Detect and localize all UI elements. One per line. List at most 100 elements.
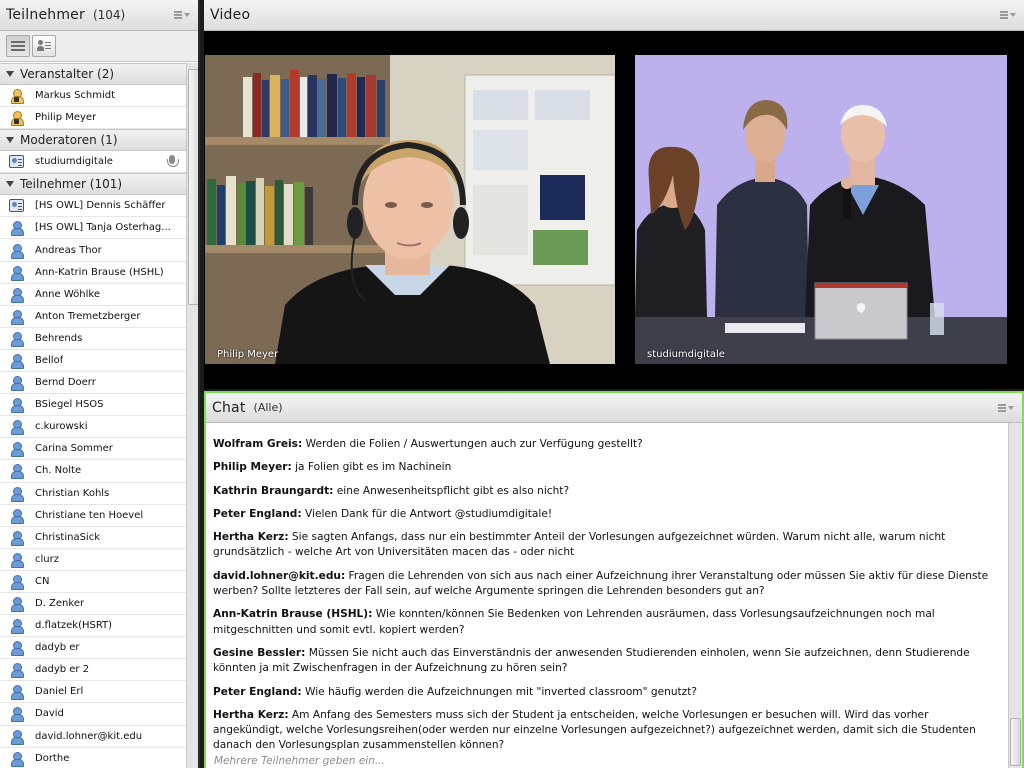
attendee-row[interactable]: dadyb er 2 [0, 659, 186, 682]
attendee-list-scroll-thumb[interactable] [188, 69, 198, 305]
attendee-row[interactable]: Bellof [0, 349, 186, 373]
participant-icon [9, 530, 24, 546]
attendee-row[interactable]: Behrends [0, 327, 186, 350]
attendee-name: BSiegel HSOS [35, 399, 104, 411]
chat-pod: Chat (Alle) Wolfram Greis: Werden die Fo… [204, 391, 1024, 768]
attendee-group-header[interactable]: Moderatoren (1) [0, 129, 186, 152]
collapse-arrow-icon[interactable] [6, 181, 14, 188]
video-area: Philip Meyer studiumdigitale [204, 31, 1024, 389]
attendee-pod: Teilnehmer (104) Veranstalter (2) Markus … [0, 0, 200, 768]
attendee-row[interactable]: Andreas Thor [0, 239, 186, 262]
presenter-icon [9, 199, 24, 213]
chat-text: Werden die Folien / Auswertungen auch zu… [302, 438, 643, 450]
participant-icon [9, 486, 24, 502]
attendee-list: Veranstalter (2) Markus Schmidt Philip Mey… [0, 63, 186, 768]
attendee-name: ChristinaSick [35, 531, 100, 543]
participant-icon [9, 729, 24, 745]
attendee-row[interactable]: Dorthe [0, 747, 186, 768]
participant-icon [9, 287, 24, 303]
attendee-row[interactable]: Philip Meyer [0, 107, 186, 130]
participant-icon [9, 419, 24, 436]
chat-sender: Ann-Katrin Brause (HSHL): [213, 608, 373, 621]
attendee-pod-menu-icon[interactable] [174, 9, 190, 21]
chat-message: Wolfram Greis: Werden die Folien / Auswe… [213, 437, 998, 452]
attendee-row[interactable]: Anne Wöhlke [0, 283, 186, 306]
attendee-name: [HS OWL] Dennis Schäffer [35, 200, 166, 212]
collapse-arrow-icon[interactable] [6, 137, 14, 144]
attendee-row[interactable]: ChristinaSick [0, 526, 186, 549]
chat-sender: Hertha Kerz: [213, 708, 289, 721]
attendee-name: Dorthe [35, 752, 70, 764]
chat-message: david.lohner@kit.edu: Fragen die Lehrend… [213, 569, 998, 600]
attendee-row[interactable]: Christiane ten Hoevel [0, 504, 186, 527]
participant-icon [9, 706, 24, 723]
chat-text: ja Folien gibt es im Nachinein [291, 461, 452, 474]
video-pod-menu-icon[interactable] [1000, 9, 1016, 21]
attendee-row[interactable]: studiumdigitale [0, 151, 186, 174]
attendee-name: studiumdigitale [35, 156, 113, 168]
attendee-row[interactable]: dadyb er [0, 637, 186, 660]
attendee-row[interactable]: Markus Schmidt [0, 85, 186, 108]
chat-scrollbar[interactable] [1008, 423, 1022, 768]
attendee-list-scrollbar[interactable] [186, 63, 198, 768]
participant-icon [9, 220, 24, 237]
participant-icon [9, 463, 24, 480]
attendee-row[interactable]: Christian Kohls [0, 482, 186, 505]
attendee-row[interactable]: BSiegel HSOS [0, 394, 186, 417]
chat-message: Peter England: Vielen Dank für die Antwo… [213, 507, 998, 522]
chat-text: eine Anwesenheitspflicht gibt es also ni… [333, 484, 570, 497]
attendee-row[interactable]: D. Zenker [0, 592, 186, 616]
video-tile-philip-meyer[interactable]: Philip Meyer [205, 55, 615, 364]
attendee-name: Bernd Doerr [35, 377, 96, 389]
attendee-row[interactable]: d.flatzek(HSRT) [0, 615, 186, 638]
attendee-name: d.flatzek(HSRT) [35, 620, 113, 632]
attendee-name: David [35, 708, 64, 720]
list-view-icon [11, 41, 25, 51]
attendee-name: [HS OWL] Tanja Osterhag... [35, 222, 171, 234]
attendee-name: Christiane ten Hoevel [35, 509, 144, 521]
chat-sender: Gesine Bessler: [213, 646, 306, 659]
attendee-row[interactable]: Bernd Doerr [0, 372, 186, 395]
participant-icon [9, 331, 24, 347]
attendee-row[interactable]: Anton Tremetzberger [0, 305, 186, 328]
chat-sender: Kathrin Braungardt: [213, 484, 334, 497]
chat-scope-label[interactable]: (Alle) [254, 401, 283, 414]
attendee-row[interactable]: Ann-Katrin Brause (HSHL) [0, 261, 186, 284]
attendee-name: CN [35, 575, 50, 587]
chat-sender: Peter England: [213, 507, 302, 520]
collapse-arrow-icon[interactable] [6, 71, 14, 77]
video-pod: Video Philip Meyer studiumdigitale [204, 0, 1024, 389]
participant-icon [9, 353, 24, 369]
attendee-view-toggle [0, 31, 198, 62]
attendee-group-header[interactable]: Veranstalter (2) [0, 63, 186, 85]
chat-scroll-thumb[interactable] [1010, 718, 1021, 766]
attendee-row[interactable]: David [0, 703, 186, 726]
chat-pod-menu-icon[interactable] [998, 402, 1014, 414]
attendee-name: Philip Meyer [35, 112, 97, 124]
attendee-row[interactable]: Ch. Nolte [0, 460, 186, 483]
participant-icon [9, 618, 24, 635]
attendee-row[interactable]: CN [0, 570, 186, 593]
status-view-icon [37, 40, 51, 52]
attendee-row[interactable]: [HS OWL] Dennis Schäffer [0, 195, 186, 218]
attendee-name: Christian Kohls [35, 487, 110, 499]
chat-sender: Peter England: [213, 685, 302, 698]
attendee-row[interactable]: david.lohner@kit.edu [0, 725, 186, 748]
video-tile-studiumdigitale[interactable]: studiumdigitale [635, 55, 1007, 364]
list-view-button[interactable] [6, 35, 30, 57]
attendee-name: clurz [35, 553, 59, 565]
participant-icon [9, 309, 24, 325]
host-icon [9, 88, 24, 105]
attendee-row[interactable]: clurz [0, 548, 186, 571]
attendee-row[interactable]: c.kurowski [0, 416, 186, 439]
attendee-row[interactable]: Daniel Erl [0, 681, 186, 704]
status-view-button[interactable] [32, 35, 56, 57]
attendee-row[interactable]: [HS OWL] Tanja Osterhag... [0, 217, 186, 240]
chat-message: Gesine Bessler: Müssen Sie nicht auch da… [213, 646, 998, 677]
attendee-name: Anton Tremetzberger [35, 310, 141, 322]
chat-text: Sie sagten Anfangs, dass nur ein bestimm… [213, 531, 946, 559]
attendee-group-header[interactable]: Teilnehmer (101) [0, 173, 186, 196]
chat-text: Müssen Sie nicht auch das Einverständnis… [213, 646, 970, 675]
chat-sender: Philip Meyer: [213, 461, 292, 474]
attendee-row[interactable]: Carina Sommer [0, 438, 186, 461]
